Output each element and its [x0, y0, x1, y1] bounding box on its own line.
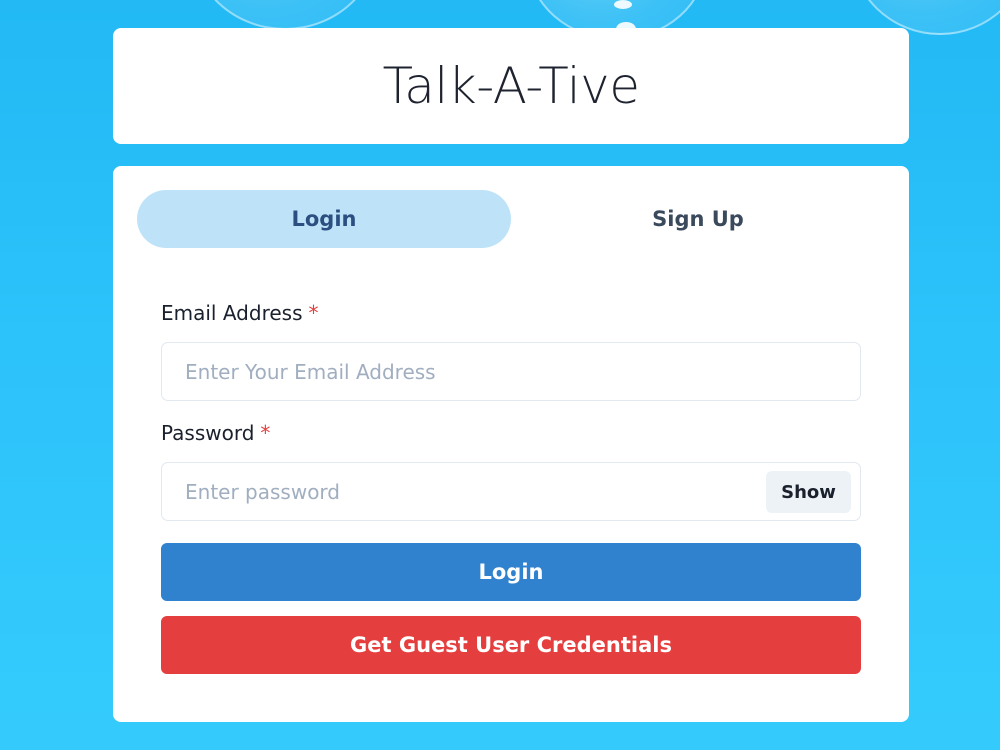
- auth-card: Login Sign Up Email Address* Password* S…: [113, 166, 909, 722]
- password-field[interactable]: [162, 463, 762, 520]
- email-field[interactable]: [162, 343, 860, 400]
- guest-credentials-button[interactable]: Get Guest User Credentials: [161, 616, 861, 674]
- password-field-wrapper: Show: [161, 462, 861, 521]
- app-title: Talk-A-Tive: [382, 57, 641, 115]
- background-bubble-left: [190, 0, 380, 30]
- email-field-wrapper: [161, 342, 861, 401]
- login-button[interactable]: Login: [161, 543, 861, 601]
- email-label-text: Email Address: [161, 301, 303, 325]
- required-mark: *: [308, 301, 319, 325]
- show-password-button[interactable]: Show: [766, 471, 851, 513]
- header-card: Talk-A-Tive: [113, 28, 909, 144]
- email-label: Email Address *: [161, 301, 319, 325]
- password-label: Password *: [161, 421, 270, 445]
- password-label-text: Password: [161, 421, 255, 445]
- tab-login[interactable]: Login: [137, 190, 511, 248]
- required-mark: *: [260, 421, 271, 445]
- background-dot: [614, 0, 632, 9]
- auth-tabs: Login Sign Up: [137, 190, 885, 248]
- tab-sign-up[interactable]: Sign Up: [511, 190, 885, 248]
